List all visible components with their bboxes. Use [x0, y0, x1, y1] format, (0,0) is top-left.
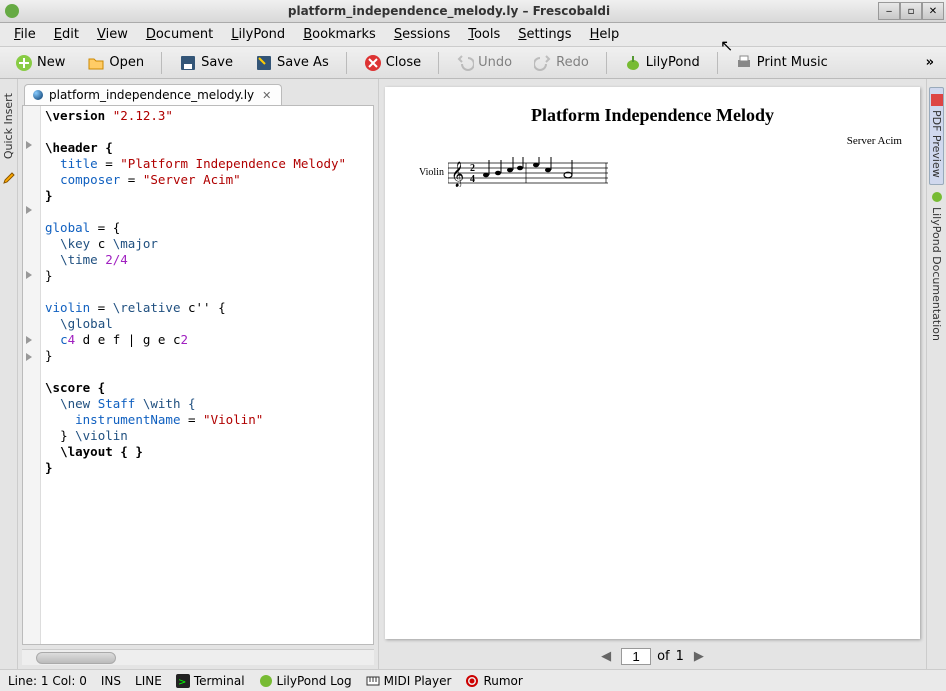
close-window-button[interactable]: ✕: [922, 2, 944, 20]
fold-icon[interactable]: [23, 351, 35, 363]
pencil-icon[interactable]: [2, 171, 16, 185]
menu-tools[interactable]: Tools: [460, 25, 508, 44]
save-button[interactable]: Save: [170, 50, 242, 76]
pdf-page[interactable]: Platform Independence Melody Server Acim…: [385, 87, 920, 639]
save-as-icon: [255, 54, 273, 72]
page-input[interactable]: [621, 648, 651, 665]
lilypond-icon: [624, 54, 642, 72]
fold-icon[interactable]: [23, 139, 35, 151]
menubar: File Edit View Document LilyPond Bookmar…: [0, 23, 946, 47]
redo-icon: [534, 54, 552, 72]
score-title: Platform Independence Melody: [385, 87, 920, 126]
midi-player-panel[interactable]: MIDI Player: [366, 674, 452, 688]
menu-sessions[interactable]: Sessions: [386, 25, 458, 44]
lilypond-button[interactable]: LilyPond: [615, 50, 709, 76]
new-icon: [15, 54, 33, 72]
toolbar-divider: [606, 52, 607, 74]
music-staff: Violin 𝄞 24: [419, 157, 608, 187]
undo-button[interactable]: Undo: [447, 50, 521, 76]
menu-help[interactable]: Help: [582, 25, 628, 44]
quick-insert-tab[interactable]: Quick Insert: [2, 87, 15, 165]
menu-document[interactable]: Document: [138, 25, 221, 44]
svg-text:𝄞: 𝄞: [451, 161, 464, 187]
rumor-panel[interactable]: Rumor: [465, 674, 522, 688]
line-mode[interactable]: LINE: [135, 674, 162, 688]
terminal-panel[interactable]: >Terminal: [176, 674, 245, 688]
toolbar-overflow[interactable]: »: [920, 55, 940, 70]
print-button[interactable]: Print Music: [726, 50, 837, 76]
maximize-button[interactable]: ▫: [900, 2, 922, 20]
svg-text:2: 2: [470, 163, 475, 174]
midi-icon: [366, 674, 380, 688]
close-button[interactable]: Close: [355, 50, 430, 76]
menu-lilypond[interactable]: LilyPond: [223, 25, 293, 44]
menu-view[interactable]: View: [89, 25, 136, 44]
left-dock: Quick Insert: [0, 79, 18, 669]
right-dock: PDF Preview LilyPond Documentation: [926, 79, 946, 669]
preview-pane: Platform Independence Melody Server Acim…: [378, 79, 926, 669]
lilypond-log-panel[interactable]: LilyPond Log: [259, 674, 352, 688]
save-icon: [179, 54, 197, 72]
print-icon: [735, 54, 753, 72]
fold-icon[interactable]: [23, 269, 35, 281]
redo-button[interactable]: Redo: [525, 50, 598, 76]
staff-notation: 𝄞 24: [448, 157, 608, 187]
lilypond-docs-tab[interactable]: LilyPond Documentation: [930, 185, 943, 347]
toolbar-divider: [438, 52, 439, 74]
score-composer: Server Acim: [847, 135, 902, 147]
pdf-icon: [931, 94, 943, 106]
window-title: platform_independence_melody.ly – Fresco…: [20, 4, 878, 18]
instrument-label: Violin: [419, 167, 444, 178]
pager-total: 1: [676, 649, 684, 664]
pager-of: of: [657, 649, 670, 664]
minimize-button[interactable]: ‒: [878, 2, 900, 20]
code-area[interactable]: \version "2.12.3" \header { title = "Pla…: [41, 106, 373, 644]
open-icon: [87, 54, 105, 72]
horizontal-scrollbar[interactable]: [22, 649, 374, 665]
menu-settings[interactable]: Settings: [510, 25, 579, 44]
menu-bookmarks[interactable]: Bookmarks: [295, 25, 384, 44]
open-button[interactable]: Open: [78, 50, 153, 76]
svg-text:>: >: [178, 677, 186, 688]
toolbar-divider: [161, 52, 162, 74]
tab-close-icon[interactable]: ✕: [260, 89, 273, 102]
titlebar: platform_independence_melody.ly – Fresco…: [0, 0, 946, 23]
scrollbar-thumb[interactable]: [36, 652, 116, 664]
pager: ◀ of 1 ▶: [379, 643, 926, 669]
log-icon: [259, 674, 273, 688]
svg-text:4: 4: [470, 174, 475, 185]
next-page-button[interactable]: ▶: [690, 647, 708, 665]
editor-pane: platform_independence_melody.ly ✕ \versi…: [18, 79, 378, 669]
cursor-position: Line: 1 Col: 0: [8, 674, 87, 688]
doc-icon: [931, 191, 943, 203]
toolbar-divider: [717, 52, 718, 74]
statusbar: Line: 1 Col: 0 INS LINE >Terminal LilyPo…: [0, 669, 946, 691]
undo-icon: [456, 54, 474, 72]
app-icon: [4, 3, 20, 19]
menu-file[interactable]: File: [6, 25, 44, 44]
gutter: [23, 106, 41, 644]
tab-bar: platform_independence_melody.ly ✕: [18, 79, 378, 105]
close-icon: [364, 54, 382, 72]
save-as-button[interactable]: Save As: [246, 50, 338, 76]
menu-edit[interactable]: Edit: [46, 25, 87, 44]
pdf-preview-tab[interactable]: PDF Preview: [929, 87, 944, 185]
tab-label: platform_independence_melody.ly: [49, 88, 254, 102]
record-icon: [465, 674, 479, 688]
toolbar: New Open Save Save As Close Undo Redo Li…: [0, 47, 946, 79]
fold-icon[interactable]: [23, 334, 35, 346]
prev-page-button[interactable]: ◀: [597, 647, 615, 665]
file-icon: [33, 90, 43, 100]
code-editor[interactable]: \version "2.12.3" \header { title = "Pla…: [22, 105, 374, 645]
new-button[interactable]: New: [6, 50, 74, 76]
fold-icon[interactable]: [23, 204, 35, 216]
toolbar-divider: [346, 52, 347, 74]
insert-mode[interactable]: INS: [101, 674, 121, 688]
file-tab[interactable]: platform_independence_melody.ly ✕: [24, 84, 282, 105]
terminal-icon: >: [176, 674, 190, 688]
